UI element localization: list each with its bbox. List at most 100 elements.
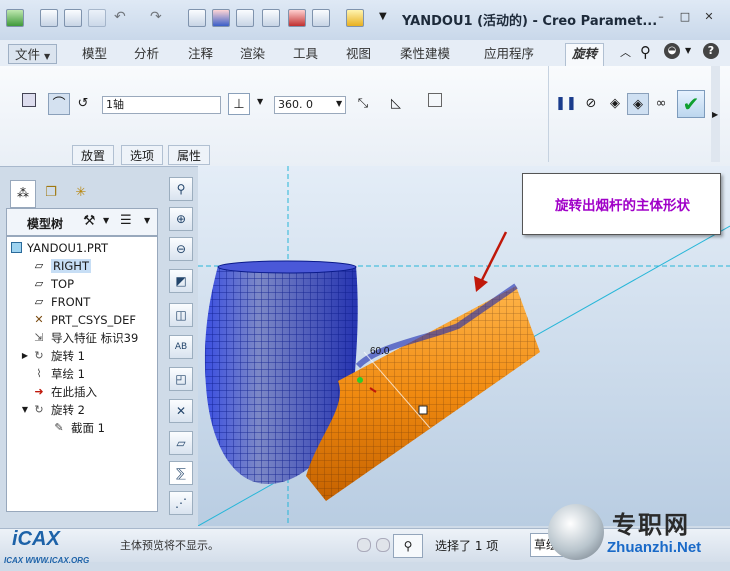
window-title: YANDOU1 (活动的) - Creo Paramet... <box>402 14 658 29</box>
remove-material-icon[interactable]: ◺ <box>385 93 407 115</box>
windows-icon[interactable] <box>312 9 330 27</box>
save-icon[interactable] <box>88 9 106 27</box>
thicken-icon[interactable] <box>424 93 446 115</box>
close-icon[interactable]: ✕ <box>701 10 717 24</box>
refit-icon[interactable]: ⚲ <box>169 177 193 201</box>
saved-views-icon[interactable]: AB <box>169 335 193 359</box>
sketch-point[interactable] <box>357 377 363 383</box>
tree-item-revolve-2[interactable]: ▼ ↻ 旋转 2 <box>19 401 85 419</box>
tab-tools[interactable]: 工具 <box>287 44 324 64</box>
zoom-in-icon[interactable]: ⊕ <box>169 207 193 231</box>
search-icon[interactable]: ⚲ <box>640 43 651 61</box>
undo-icon[interactable]: ↶ <box>114 9 132 27</box>
revolve-icon: ↻ <box>34 349 44 362</box>
expand-icon[interactable]: ▶ <box>19 350 31 362</box>
tree-item-label: 截面 1 <box>71 421 105 435</box>
tree-item-part[interactable]: YANDOU1.PRT <box>11 239 108 257</box>
tree-item-label: FRONT <box>51 295 91 309</box>
tree-item-top[interactable]: ▱ TOP <box>33 275 74 293</box>
no-preview-icon[interactable]: ⊘ <box>580 93 602 115</box>
subtab-placement[interactable]: 放置 <box>72 145 115 165</box>
tree-item-front[interactable]: ▱ FRONT <box>33 293 91 311</box>
verify-icon[interactable]: ∞ <box>650 93 672 115</box>
repaint-icon[interactable]: ◩ <box>169 269 193 293</box>
collapse-icon[interactable]: ▼ <box>19 404 31 416</box>
ribbon-expand-icon[interactable]: ▶ <box>712 110 718 119</box>
view-manager-icon[interactable]: ◰ <box>169 367 193 391</box>
datum-display-icon[interactable]: ✕ <box>169 399 193 423</box>
hidden-line-icon[interactable] <box>236 9 254 27</box>
tree-item-csys[interactable]: ✕ PRT_CSYS_DEF <box>33 311 136 329</box>
tab-analysis[interactable]: 分析 <box>128 44 165 64</box>
annotation-box: 旋转出烟杆的主体形状 <box>522 173 721 235</box>
axis-field[interactable]: 1轴 <box>102 96 221 114</box>
maximize-icon[interactable]: □ <box>677 10 693 24</box>
wireframe-icon[interactable] <box>288 9 306 27</box>
minimize-icon[interactable]: – <box>653 10 669 24</box>
help-icon[interactable]: ? <box>703 43 719 59</box>
tree-item-sketch-1[interactable]: ⌇ 草绘 1 <box>33 365 85 383</box>
display-style-icon[interactable]: ◫ <box>169 303 193 327</box>
attached-preview-icon[interactable]: ◈ <box>604 93 626 115</box>
flip-direction-icon[interactable]: ⤡ <box>352 93 374 115</box>
zoom-out-icon[interactable]: ⊖ <box>169 237 193 261</box>
tab-flexible-modeling[interactable]: 柔性建模 <box>394 44 456 64</box>
tree-item-label: RIGHT <box>51 259 91 273</box>
sketch-view-icon[interactable]: ⅀ <box>169 461 193 485</box>
open-icon[interactable] <box>64 9 82 27</box>
axis-ref-icon[interactable]: ↺ <box>72 93 94 115</box>
subtab-properties[interactable]: 属性 <box>168 145 211 165</box>
dimension-label[interactable]: 60.0 <box>370 346 390 357</box>
tab-annotate[interactable]: 注释 <box>182 44 219 64</box>
tree-item-import-feature[interactable]: ⇲ 导入特征 标识39 <box>33 329 138 347</box>
community-dropdown-icon[interactable]: ▼ <box>685 46 691 55</box>
tree-item-label: 在此插入 <box>51 385 97 399</box>
annotation-display-icon[interactable]: ⋰ <box>169 491 193 515</box>
tree-view-icon[interactable]: ⁂ <box>10 180 36 208</box>
tab-view[interactable]: 视图 <box>340 44 377 64</box>
datum-plane-icon: ▱ <box>34 277 44 290</box>
close-window-icon[interactable] <box>346 9 364 27</box>
shade-icon[interactable] <box>212 9 230 27</box>
minimize-ribbon-icon[interactable]: ︿ <box>620 44 631 60</box>
tree-settings-icon[interactable]: ⚒ <box>83 213 96 229</box>
status-dot <box>357 538 371 552</box>
selection-count: 选择了 1 项 <box>435 539 499 553</box>
angle-type-icon[interactable]: ⊥ <box>228 93 250 115</box>
customize-dropdown-icon[interactable]: ▼ <box>379 11 387 22</box>
tab-revolve[interactable]: 旋转 <box>565 43 605 67</box>
tree-item-right[interactable]: ▱ RIGHT <box>33 257 91 275</box>
tree-filter-icon[interactable]: ☰ <box>120 213 132 228</box>
tree-item-insert-here[interactable]: ➜ 在此插入 <box>33 383 97 401</box>
layers-icon[interactable]: ❐ <box>40 182 62 204</box>
community-icon[interactable]: ◒ <box>664 43 680 59</box>
app-icon <box>6 9 24 27</box>
ok-button[interactable]: ✔ <box>677 90 705 118</box>
plane-display-icon[interactable]: ▱ <box>169 431 193 455</box>
tab-render[interactable]: 渲染 <box>234 44 271 64</box>
subtab-options[interactable]: 选项 <box>121 145 164 165</box>
no-hidden-icon[interactable] <box>262 9 280 27</box>
tree-item-revolve-1[interactable]: ▶ ↻ 旋转 1 <box>19 347 85 365</box>
geometry-preview-icon[interactable]: ◈ <box>627 93 649 115</box>
tree-filter-dropdown-icon[interactable]: ▼ <box>144 216 150 225</box>
find-icon[interactable]: ⚲ <box>393 534 423 558</box>
pause-icon[interactable]: ❚❚ <box>555 93 577 115</box>
solid-icon[interactable] <box>18 93 40 115</box>
redo-icon[interactable]: ↷ <box>150 9 168 27</box>
callout-arrow-head <box>474 276 488 292</box>
tree-item-section-1[interactable]: ✎ 截面 1 <box>53 419 105 437</box>
angle-dropdown-icon[interactable]: ▼ <box>336 99 342 108</box>
ribbon-tab-row: 文件 ▼ 模型 分析 注释 渲染 工具 视图 柔性建模 应用程序 旋转 ︿ ⚲ … <box>0 40 730 67</box>
favorites-icon[interactable]: ✳ <box>70 182 92 204</box>
drag-handle[interactable] <box>418 405 428 415</box>
tab-applications[interactable]: 应用程序 <box>478 44 540 64</box>
new-icon[interactable] <box>40 9 58 27</box>
angle-type-dropdown-icon[interactable]: ▼ <box>257 97 263 106</box>
tab-model[interactable]: 模型 <box>76 44 113 64</box>
tree-item-label: TOP <box>51 277 75 291</box>
tab-file[interactable]: 文件 ▼ <box>8 44 58 64</box>
tree-settings-dropdown-icon[interactable]: ▼ <box>103 216 109 225</box>
surface-icon[interactable]: ⌒ <box>48 93 70 115</box>
regenerate-icon[interactable] <box>188 9 206 27</box>
